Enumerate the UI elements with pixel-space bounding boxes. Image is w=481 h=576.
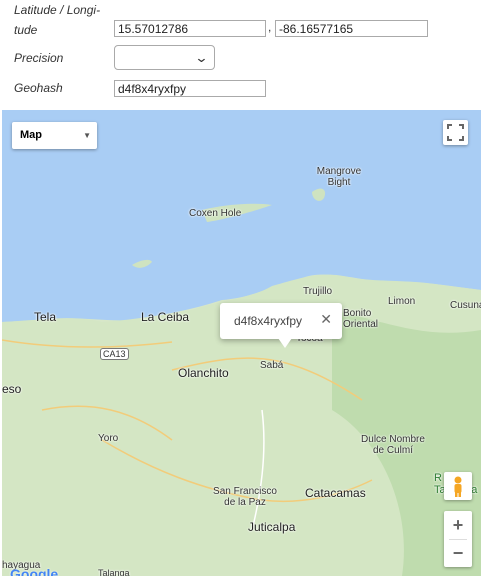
- latlon-label: Latitude / Longi-tude: [14, 3, 101, 37]
- zoom-in-button[interactable]: +: [444, 511, 472, 539]
- place-saba: Sabá: [260, 360, 284, 371]
- place-juticalpa: Juticalpa: [248, 520, 296, 534]
- place-cusuna: Cusuna: [450, 300, 481, 311]
- pegman-icon: [454, 476, 462, 497]
- caret-down-icon: ▼: [83, 131, 91, 140]
- route-ca13-shield: CA13: [100, 348, 129, 360]
- place-catacamas: Catacamas: [305, 486, 366, 500]
- place-bonito-oriental: Bonito Oriental: [343, 308, 379, 330]
- fullscreen-icon: [447, 124, 464, 141]
- place-yoro: Yoro: [98, 433, 119, 444]
- place-trujillo: Trujillo: [303, 286, 333, 297]
- latitude-input[interactable]: [114, 20, 266, 37]
- google-logo: Google: [10, 566, 59, 576]
- place-tela: Tela: [34, 310, 57, 324]
- info-window-text: d4f8x4ryxfpy: [234, 314, 303, 328]
- chevron-down-icon: ⌄: [194, 50, 209, 65]
- place-eso: eso: [2, 382, 22, 396]
- map-canvas[interactable]: Map ▼ Mangrove Bight Coxen Hole Trujillo…: [2, 110, 481, 576]
- close-icon[interactable]: ✕: [320, 311, 332, 328]
- map-type-select[interactable]: Map ▼: [12, 122, 97, 149]
- info-window-tail: [278, 338, 292, 348]
- info-window: d4f8x4ryxfpy ✕: [220, 303, 342, 348]
- street-view-button[interactable]: [444, 472, 472, 500]
- place-san-francisco: San Francisco de la Paz: [213, 486, 277, 508]
- precision-label: Precision: [14, 51, 64, 65]
- zoom-out-button[interactable]: −: [444, 539, 472, 567]
- map-type-label: Map: [20, 129, 42, 141]
- place-limon: Limon: [388, 296, 416, 307]
- fullscreen-button[interactable]: [443, 120, 468, 145]
- place-talanga: Talanga: [98, 568, 130, 576]
- geohash-label: Geohash: [14, 81, 63, 95]
- place-mangrove-bight: Mangrove Bight: [316, 166, 362, 188]
- comma-separator: ,: [268, 20, 272, 34]
- place-coxen-hole: Coxen Hole: [189, 208, 242, 219]
- precision-select[interactable]: ⌄: [114, 45, 215, 70]
- place-la-ceiba: La Ceiba: [141, 310, 190, 324]
- place-dulce-nombre: Dulce Nombre de Culmí: [361, 434, 425, 456]
- geohash-form: Latitude / Longi-tude , Precision ⌄ Geoh…: [0, 0, 481, 108]
- geohash-input[interactable]: [114, 80, 266, 97]
- place-olanchito: Olanchito: [178, 366, 229, 380]
- zoom-controls: + −: [444, 511, 472, 567]
- longitude-input[interactable]: [275, 20, 428, 37]
